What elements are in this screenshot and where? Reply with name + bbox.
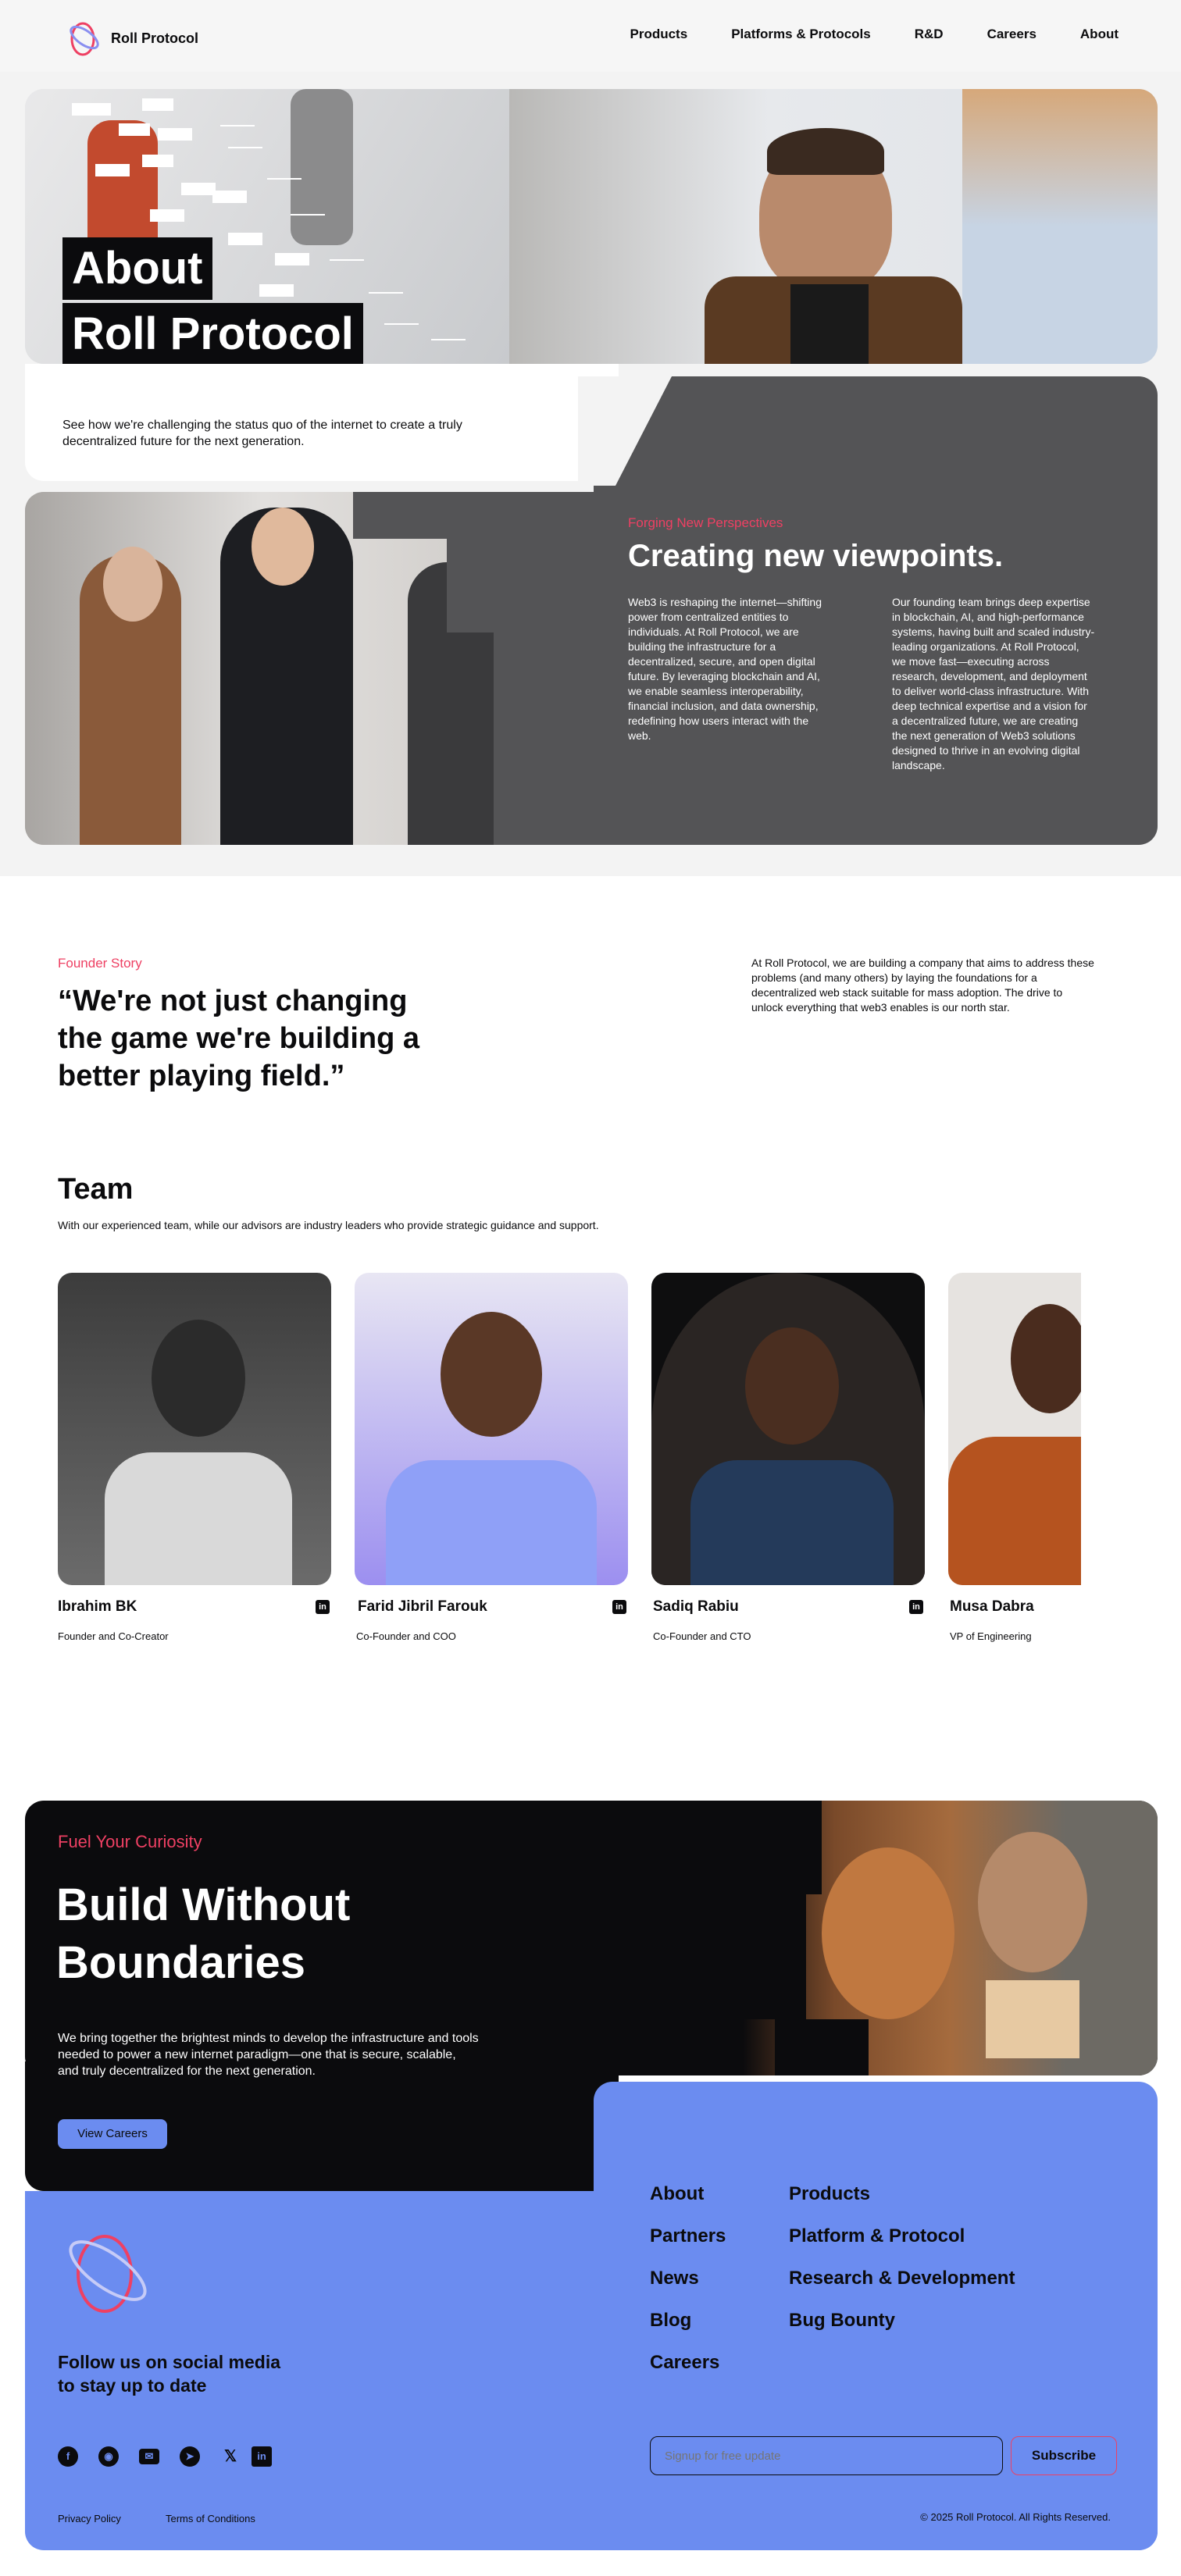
linkedin-icon[interactable]: in [252,2446,272,2467]
team-heading: Team [58,1173,134,1206]
perspectives-col1: Web3 is reshaping the internet—shifting … [628,596,822,742]
nav-about[interactable]: About [1080,27,1119,42]
privacy-link[interactable]: Privacy Policy [58,2513,121,2524]
hero-subtitle: See how we're challenging the status quo… [62,419,462,448]
team-name: Farid Jibril Farouk [358,1598,487,1615]
team-group-photo [25,492,619,845]
footer-logo-icon [69,2235,147,2313]
cta-eyebrow: Fuel Your Curiosity [58,1832,202,1851]
footer-link-bug-bounty[interactable]: Bug Bounty [789,2310,895,2332]
founder-body: At Roll Protocol, we are building a comp… [751,957,1094,1014]
team-photo-musa [948,1273,1081,1585]
footer-link-partners[interactable]: Partners [650,2225,726,2247]
team-role: Co-Founder and CTO [653,1630,751,1642]
team-photo-farid [355,1273,628,1585]
brand-logo[interactable]: Roll Protocol [66,19,198,58]
footer-link-blog[interactable]: Blog [650,2310,691,2332]
footer-link-products[interactable]: Products [789,2183,870,2205]
linkedin-icon[interactable]: in [316,1600,330,1614]
nav-products[interactable]: Products [630,27,688,42]
nav-rnd[interactable]: R&D [915,27,944,42]
hero-title-line2: Roll Protocol [62,303,363,365]
founder-quote: “We're not just changing the game we're … [58,985,420,1092]
roll-protocol-logo-icon [70,22,99,56]
perspectives-col2: Our founding team brings deep expertise … [892,596,1095,771]
nav-careers[interactable]: Careers [987,27,1036,42]
team-subtitle: With our experienced team, while our adv… [58,1219,599,1231]
footer-link-platform[interactable]: Platform & Protocol [789,2225,965,2247]
linkedin-icon[interactable]: in [909,1600,923,1614]
cta-title-line2: Boundaries [56,1937,306,1988]
perspectives-heading: Creating new viewpoints. [628,539,1004,573]
founder-eyebrow: Founder Story [58,956,142,971]
telegram-icon[interactable]: ➤ [180,2446,200,2467]
x-icon[interactable]: 𝕏 [220,2446,241,2467]
cta-body: We bring together the brightest minds to… [58,2032,479,2078]
footer-link-about[interactable]: About [650,2183,704,2205]
footer-link-research[interactable]: Research & Development [789,2268,1015,2289]
team-photo-ibrahim [58,1273,331,1585]
team-role: Co-Founder and COO [356,1630,456,1642]
nav-platforms[interactable]: Platforms & Protocols [731,27,871,42]
linkedin-icon[interactable]: in [612,1600,626,1614]
mail-icon[interactable]: ✉ [139,2449,159,2464]
facebook-icon[interactable]: f [58,2446,78,2467]
brand-name: Roll Protocol [111,30,198,46]
github-icon[interactable]: ◉ [98,2446,119,2467]
team-role: Founder and Co-Creator [58,1630,169,1642]
top-nav: Roll Protocol Products Platforms & Proto… [0,0,1181,72]
team-role: VP of Engineering [950,1630,1032,1642]
terms-link[interactable]: Terms of Conditions [166,2513,255,2524]
social-text: Follow us on social media to stay up to … [58,2352,280,2396]
hero-title-line1: About [62,237,212,300]
footer-link-careers[interactable]: Careers [650,2352,719,2374]
team-name: Sadiq Rabiu [653,1598,739,1615]
signup-input[interactable] [650,2436,1003,2475]
team-name: Ibrahim BK [58,1598,137,1615]
footer-link-news[interactable]: News [650,2268,699,2289]
copyright: © 2025 Roll Protocol. All Rights Reserve… [920,2511,1111,2523]
perspectives-eyebrow: Forging New Perspectives [628,515,783,530]
subscribe-button[interactable]: Subscribe [1011,2436,1117,2475]
team-photo-sadiq [651,1273,925,1585]
team-name: Musa Dabra [950,1598,1034,1615]
nav-links: Products Platforms & Protocols R&D Caree… [630,27,1119,42]
view-careers-button[interactable]: View Careers [58,2119,167,2149]
cta-title-line1: Build Without [56,1879,351,1930]
